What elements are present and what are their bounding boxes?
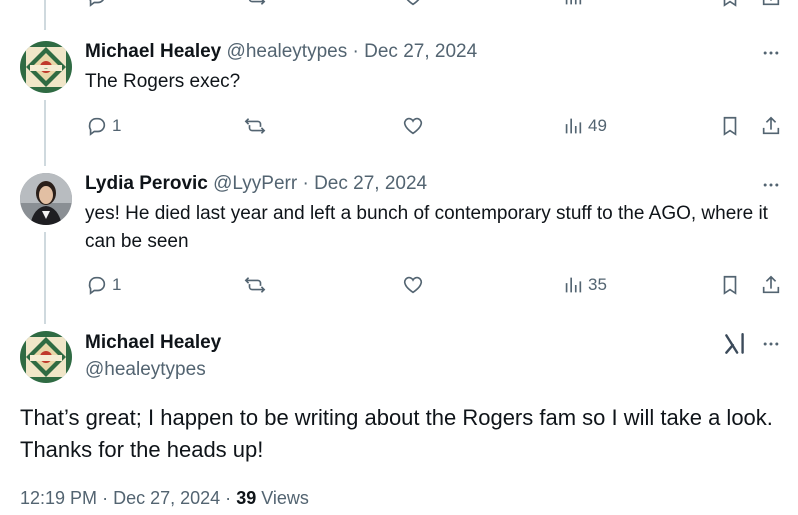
share-button[interactable] [760,274,782,296]
reply-icon [88,117,106,136]
retweet-button[interactable] [244,115,266,137]
tweet-time[interactable]: 12:19 PM [20,488,97,508]
like-icon[interactable] [402,0,424,8]
bookmark-button[interactable] [719,274,741,296]
like-icon [403,117,423,135]
author-handle[interactable]: @LyyPerr [213,173,297,194]
views-icon[interactable] [562,0,584,8]
separator: · [225,488,232,508]
share-icon [762,116,780,135]
views-button[interactable]: 35 [562,274,607,296]
main-tweet-text: That’s great; I happen to be writing abo… [20,405,773,462]
more-icon [763,51,779,55]
tweet-text: yes! He died last year and left a bunch … [85,203,768,252]
tweet-date[interactable]: Dec 27, 2024 [113,488,220,508]
tweet-metadata: 12:19 PM · Dec 27, 2024 · 39 Views [20,488,309,509]
views-count: 49 [588,116,607,135]
avatar[interactable]: ~ [20,41,72,93]
like-button[interactable] [402,274,424,296]
previous-tweet-actions [0,0,798,8]
grok-icon[interactable] [722,331,748,357]
separator: · [352,41,359,62]
bookmark-button[interactable] [719,115,741,137]
views-count: 39 [236,488,257,508]
retweet-icon [244,118,266,134]
like-icon [403,276,423,294]
svg-text:~: ~ [44,66,48,72]
tweet-header: Lydia Perovic @LyyPerr · Dec 27, 2024 [85,173,427,195]
like-button[interactable] [402,115,424,137]
retweet-icon [244,277,266,293]
author-name[interactable]: Lydia Perovic [85,173,208,194]
more-button[interactable] [760,333,782,355]
share-icon [762,275,780,294]
views-label: Views [261,488,309,508]
avatar[interactable] [20,173,72,225]
author-name[interactable]: Michael Healey [85,41,221,62]
more-icon [763,183,779,187]
bookmark-icon [723,116,737,136]
tweet-header: Michael Healey @healeytypes · Dec 27, 20… [85,41,477,63]
more-button[interactable] [760,174,782,196]
author-handle[interactable]: @healeytypes [227,41,348,62]
reply-icon [88,276,106,295]
views-count: 35 [588,275,607,294]
tweet-text: The Rogers exec? [85,71,241,92]
reply-button[interactable]: 1 [86,115,121,137]
views-icon [565,277,582,293]
retweet-button[interactable] [244,274,266,296]
more-button[interactable] [760,42,782,64]
bookmark-icon[interactable] [719,0,741,8]
reply-button[interactable]: 1 [86,274,121,296]
thread-line-1 [44,100,46,166]
author-name[interactable]: Michael Healey [85,332,221,354]
more-icon [763,342,779,346]
thread-line-2 [44,232,46,324]
share-icon[interactable] [760,0,782,8]
reply-count: 1 [112,275,122,294]
views-icon [565,118,582,134]
avatar[interactable] [20,331,72,383]
reply-count: 1 [112,116,122,135]
retweet-icon[interactable] [244,0,266,8]
tweet-date[interactable]: Dec 27, 2024 [364,41,477,62]
bookmark-icon [723,275,737,295]
author-handle[interactable]: @healeytypes [85,359,206,381]
avatar-pattern: ~ [20,41,72,93]
reply-icon[interactable] [86,0,108,8]
separator: · [102,488,109,508]
avatar-photo [20,173,72,225]
separator: · [302,173,309,194]
tweet-date[interactable]: Dec 27, 2024 [314,173,427,194]
views-button[interactable]: 49 [562,115,607,137]
share-button[interactable] [760,115,782,137]
avatar-pattern [20,331,72,383]
